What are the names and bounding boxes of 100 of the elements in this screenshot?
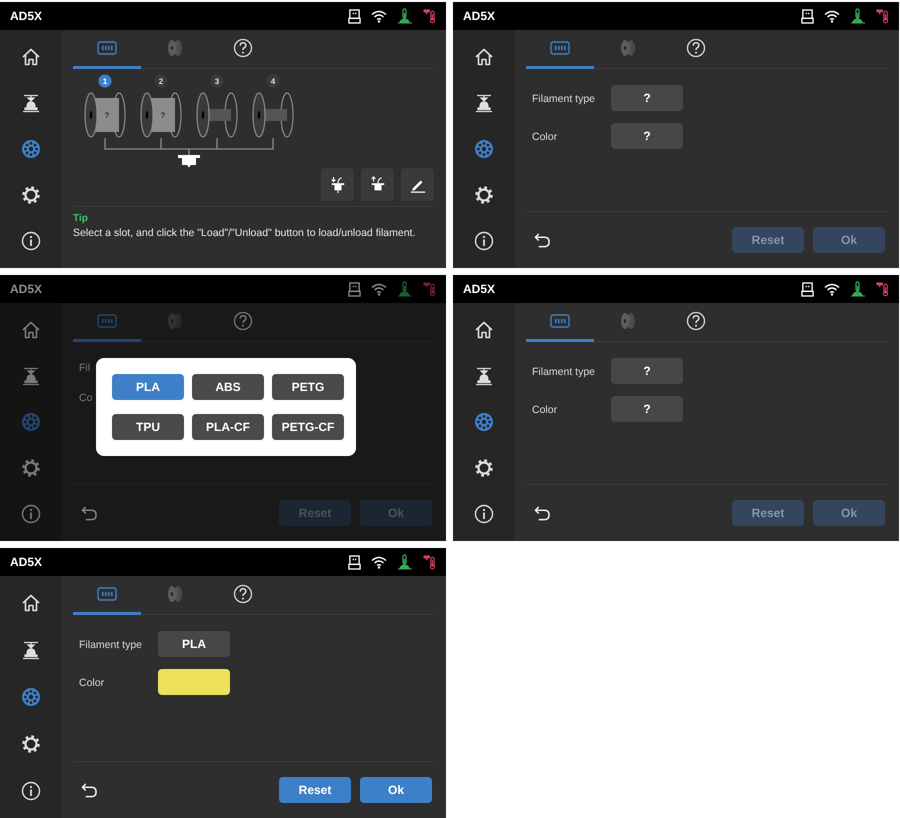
field-label: Filament type	[532, 366, 596, 378]
printer-name: AD5X	[463, 9, 496, 23]
back-button[interactable]	[81, 506, 98, 520]
bed-temperature-icon	[397, 281, 413, 297]
field-label: Filament type	[532, 93, 596, 105]
usb-drive-icon	[801, 8, 814, 24]
bed-temperature-icon	[397, 8, 413, 24]
printer-icon	[21, 366, 41, 386]
nozzle-temperature-icon	[876, 8, 889, 24]
nozzle-temperature-icon	[876, 281, 889, 297]
reset-button[interactable]: Reset	[279, 777, 351, 803]
back-icon	[81, 506, 98, 520]
settings-icon	[21, 185, 41, 205]
field-value[interactable]: ?	[611, 358, 683, 384]
info-icon	[474, 504, 494, 524]
info-icon	[474, 231, 494, 251]
bed-temperature-icon	[850, 8, 866, 24]
wifi-icon	[371, 10, 387, 22]
wifi-icon	[824, 282, 840, 296]
help-icon	[233, 584, 253, 604]
back-icon	[534, 232, 551, 248]
filament-type-option[interactable]: ABS	[192, 374, 264, 400]
usb-drive-icon	[801, 282, 814, 296]
unload-filament-icon	[370, 176, 386, 194]
usb-drive-icon	[348, 8, 361, 24]
field-value[interactable]: PLA	[158, 631, 230, 657]
tip-text: Select a slot, and click the "Load"/"Unload" button to load/unload filament.	[73, 227, 416, 239]
back-button[interactable]	[534, 506, 551, 520]
slot-number[interactable]: 4	[266, 74, 280, 88]
filament-spool-icon	[21, 686, 41, 707]
spool-icon	[620, 39, 636, 57]
help-icon	[233, 38, 253, 58]
back-icon	[81, 782, 98, 798]
filament-type-option[interactable]: PETG-CF	[272, 414, 344, 440]
home-icon	[21, 320, 41, 340]
settings-icon	[21, 458, 41, 478]
spool-icon	[167, 585, 183, 603]
tip-title: Tip	[73, 213, 89, 224]
nozzle-temperature-icon	[423, 8, 436, 24]
slots-icon	[550, 314, 570, 328]
filament-spool-icon	[474, 412, 494, 432]
wifi-icon	[371, 556, 387, 568]
field-value[interactable]: ?	[611, 85, 683, 111]
home-icon	[21, 47, 41, 67]
slots-icon	[550, 41, 570, 55]
back-button[interactable]	[81, 782, 98, 798]
filament-type-option[interactable]: PLA-CF	[192, 414, 264, 440]
spool-label: ?	[104, 111, 110, 120]
slots-icon	[97, 41, 117, 55]
field-label: Color	[532, 404, 558, 416]
help-icon	[686, 38, 706, 58]
info-icon	[21, 231, 41, 251]
filament-type-option[interactable]: PETG	[272, 374, 344, 400]
filament-type-option[interactable]: PLA	[112, 374, 184, 400]
slots-icon	[97, 314, 117, 328]
field-label: Filament type	[79, 639, 142, 651]
nozzle-temperature-icon	[423, 554, 436, 570]
slot-number[interactable]: 3	[210, 74, 224, 88]
field-label: Color	[532, 131, 558, 143]
home-icon	[21, 593, 41, 614]
ok-button[interactable]: Ok	[360, 777, 432, 803]
unload-button[interactable]	[361, 168, 394, 201]
spool-icon	[620, 312, 636, 330]
field-value[interactable]: ?	[611, 123, 683, 149]
slot-number[interactable]: 1	[98, 74, 112, 88]
spool-icon	[167, 312, 183, 330]
bed-temperature-icon	[397, 554, 413, 570]
load-filament-icon	[330, 176, 346, 194]
filament-spool-icon	[21, 412, 41, 432]
help-icon	[686, 311, 706, 331]
filament-type-option[interactable]: TPU	[112, 414, 184, 440]
field-label: Co	[79, 392, 92, 404]
printer-name: AD5X	[10, 9, 42, 23]
slots-icon	[97, 587, 117, 601]
settings-icon	[474, 458, 494, 478]
info-icon	[21, 504, 41, 524]
field-value[interactable]: ?	[611, 396, 683, 422]
printer-name: AD5X	[10, 282, 42, 296]
printer-name: AD5X	[10, 555, 42, 569]
wifi-icon	[824, 10, 840, 22]
slot-number[interactable]: 2	[154, 74, 168, 88]
field-label: Fil	[79, 362, 90, 374]
home-icon	[474, 47, 494, 67]
printer-icon	[21, 93, 41, 113]
filament-spool-icon	[21, 139, 41, 159]
settings-icon	[21, 734, 41, 754]
spool-icon	[167, 39, 183, 57]
printer-icon	[474, 93, 494, 113]
home-icon	[474, 320, 494, 340]
spool-label: ?	[160, 111, 166, 120]
load-button[interactable]	[321, 168, 354, 201]
edit-button[interactable]	[401, 168, 434, 201]
usb-drive-icon	[348, 554, 361, 570]
bed-temperature-icon	[850, 281, 866, 297]
help-icon	[233, 311, 253, 331]
back-button[interactable]	[534, 232, 551, 248]
field-label: Color	[79, 677, 104, 689]
color-swatch[interactable]	[158, 669, 230, 695]
filament-spool-icon	[474, 139, 494, 159]
wifi-icon	[371, 282, 387, 296]
